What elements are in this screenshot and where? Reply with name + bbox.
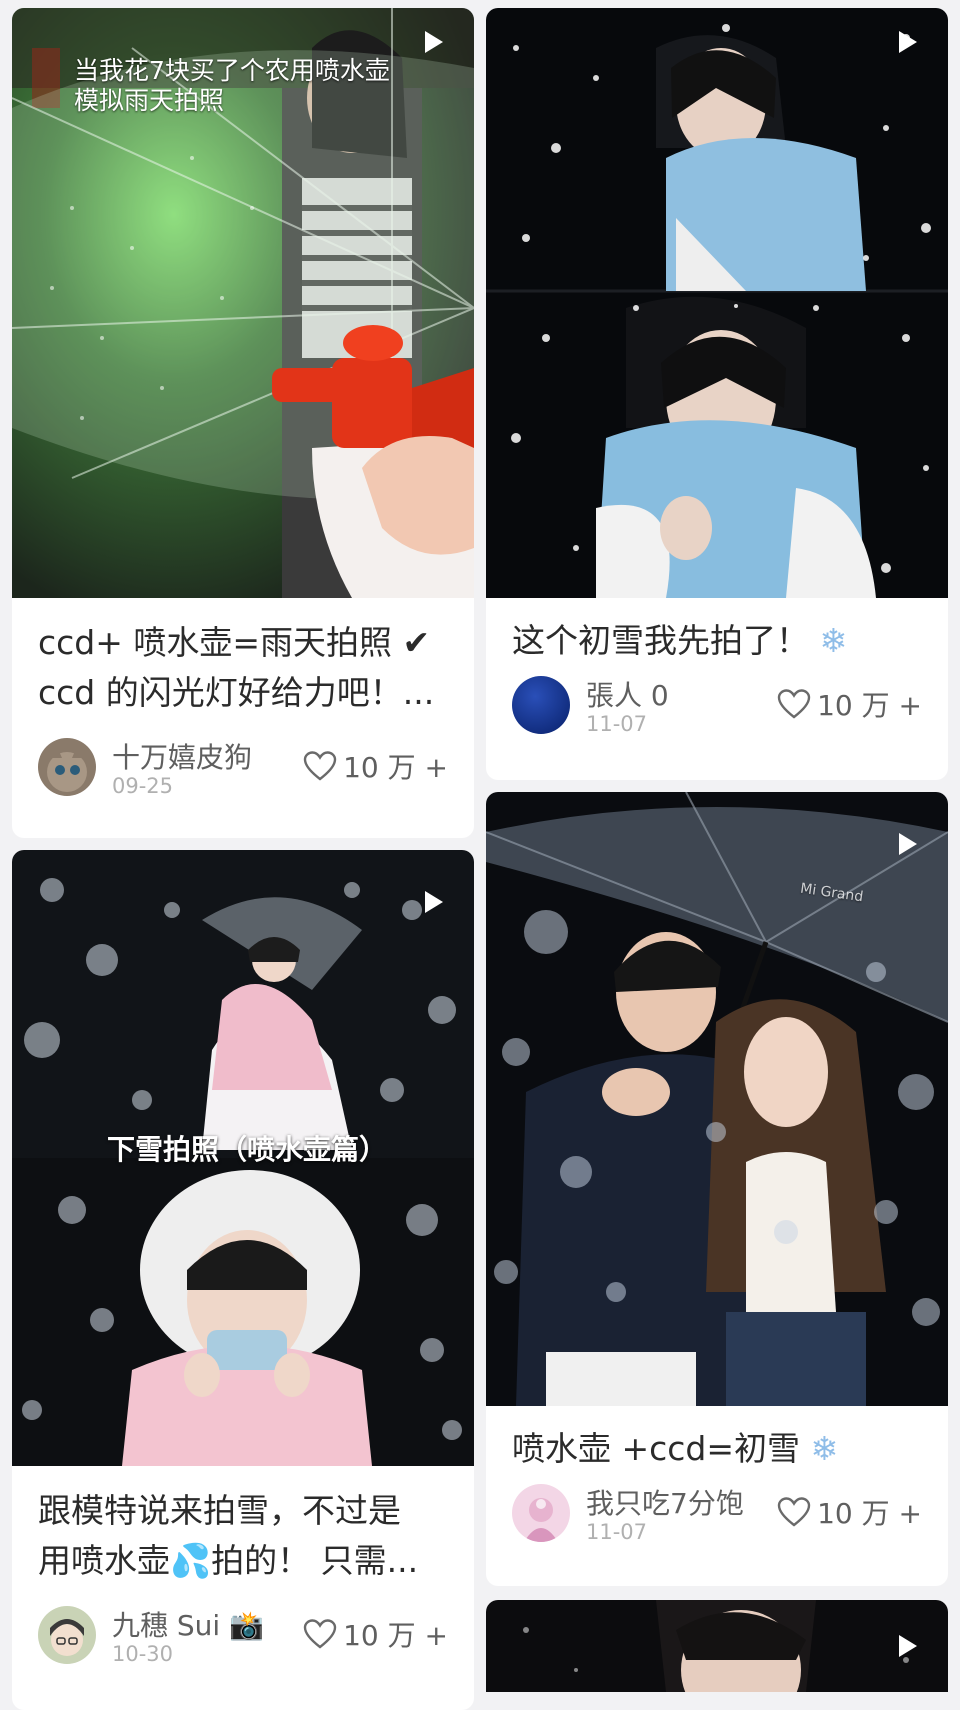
author-name[interactable]: 十万嬉皮狗 xyxy=(112,736,252,776)
author-name[interactable]: 張人 0 xyxy=(586,674,669,714)
like-count: 10 万 + xyxy=(817,1497,922,1530)
heart-outline-icon xyxy=(303,751,337,781)
check-mark-icon: ✔ xyxy=(402,623,431,662)
play-icon xyxy=(425,31,443,53)
snowflake-icon: ❄ xyxy=(819,621,848,660)
post-cover-image[interactable] xyxy=(486,1600,948,1692)
post-meta: 九穗 Sui 📸 10-30 10 万 + xyxy=(38,1606,448,1668)
avatar[interactable] xyxy=(512,1484,570,1542)
post-card[interactable]: 这个初雪我先拍了！ ❄ 張人 0 11-07 10 万 + xyxy=(486,8,948,780)
heart-outline-icon xyxy=(303,1619,337,1649)
like-button[interactable]: 10 万 + xyxy=(777,684,922,724)
cover-caption: 下雪拍照（喷水壶篇） xyxy=(107,1133,388,1166)
heart-outline-icon xyxy=(777,689,811,719)
camera-flash-icon: 📸 xyxy=(229,1609,264,1642)
post-title[interactable]: 喷水壶 +ccd=初雪 ❄ xyxy=(512,1424,922,1474)
post-title[interactable]: 跟模特说来拍雪，不过是 用喷水壶💦拍的！ 只需... xyxy=(38,1486,448,1586)
post-meta: 十万嬉皮狗 09-25 10 万 + xyxy=(38,738,448,800)
heart-outline-icon xyxy=(777,1497,811,1527)
like-count: 10 万 + xyxy=(817,689,922,722)
like-button[interactable]: 10 万 + xyxy=(777,1492,922,1532)
post-card[interactable]: 当我花7块买了个农用喷水壶 模拟雨天拍照 ccd+ 喷水壶=雨天拍照 ✔ ccd… xyxy=(12,8,474,838)
play-icon xyxy=(899,31,917,53)
author-name[interactable]: 九穗 Sui 📸 xyxy=(112,1604,264,1644)
post-cover-image[interactable]: Mi Grand xyxy=(486,792,948,1406)
snowflake-icon: ❄ xyxy=(810,1429,839,1468)
post-title[interactable]: 这个初雪我先拍了！ ❄ xyxy=(512,616,922,666)
post-card[interactable]: Mi Grand 喷水壶 +ccd=初雪 ❄ 我只吃7分饱 11-07 10 万… xyxy=(486,792,948,1586)
post-cover-image[interactable] xyxy=(486,8,948,598)
avatar[interactable] xyxy=(38,738,96,796)
like-count: 10 万 + xyxy=(343,1619,448,1652)
snow-portrait-photo xyxy=(486,8,948,598)
post-date: 11-07 xyxy=(586,712,648,736)
like-button[interactable]: 10 万 + xyxy=(303,746,448,786)
post-date: 11-07 xyxy=(586,1520,648,1544)
avatar[interactable] xyxy=(512,676,570,734)
portrait-photo xyxy=(486,1600,948,1692)
post-cover-image[interactable]: 当我花7块买了个农用喷水壶 模拟雨天拍照 xyxy=(12,8,474,598)
play-icon xyxy=(899,833,917,855)
play-icon xyxy=(899,1635,917,1657)
water-drops-icon: 💦 xyxy=(170,1541,212,1580)
cover-caption: 当我花7块买了个农用喷水壶 模拟雨天拍照 xyxy=(74,56,390,115)
like-button[interactable]: 10 万 + xyxy=(303,1614,448,1654)
post-meta: 我只吃7分饱 11-07 10 万 + xyxy=(512,1484,922,1546)
couple-umbrella-photo xyxy=(486,792,948,1406)
post-meta: 張人 0 11-07 10 万 + xyxy=(512,676,922,738)
author-name[interactable]: 我只吃7分饱 xyxy=(586,1482,744,1522)
avatar[interactable] xyxy=(38,1606,96,1664)
play-icon xyxy=(425,891,443,913)
post-date: 10-30 xyxy=(112,1642,174,1666)
post-card[interactable] xyxy=(486,1600,948,1692)
post-title[interactable]: ccd+ 喷水壶=雨天拍照 ✔ ccd 的闪光灯好给力吧！... xyxy=(38,618,448,718)
post-date: 09-25 xyxy=(112,774,174,798)
like-count: 10 万 + xyxy=(343,751,448,784)
post-card[interactable]: 下雪拍照（喷水壶篇） 跟模特说来拍雪，不过是 用喷水壶💦拍的！ 只需... 九穗… xyxy=(12,850,474,1710)
post-cover-image[interactable]: 下雪拍照（喷水壶篇） xyxy=(12,850,474,1466)
